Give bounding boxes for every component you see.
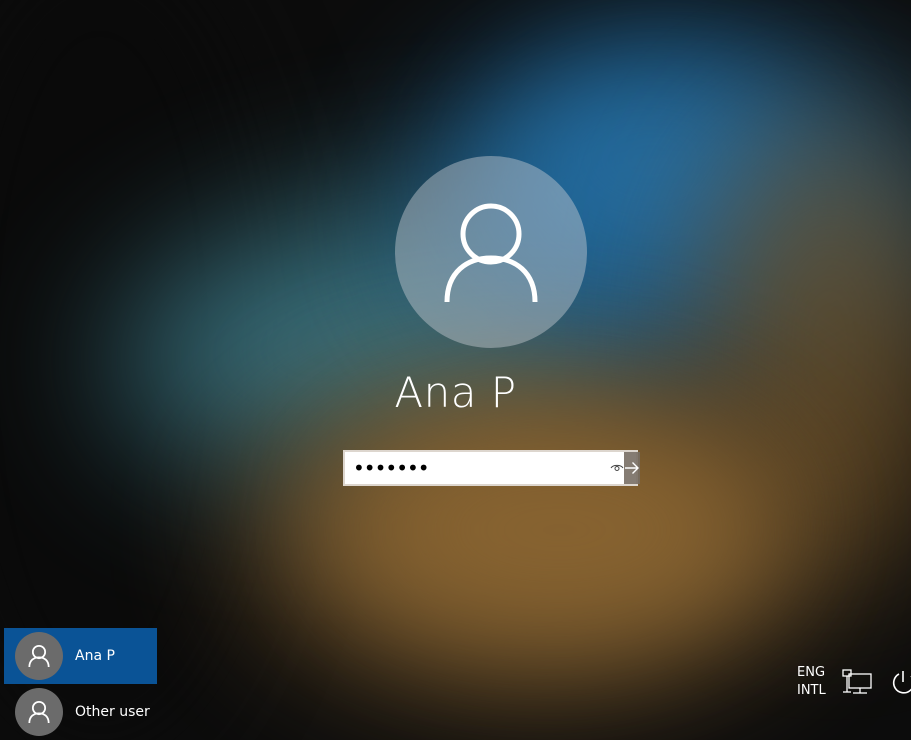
user-tile-ana-p[interactable]: Ana P: [4, 628, 157, 684]
user-icon: [28, 645, 50, 668]
user-tile-other-user[interactable]: Other user: [4, 684, 157, 740]
tile-avatar: [15, 688, 63, 736]
language-indicator[interactable]: ENG INTL: [797, 664, 837, 700]
password-box: [343, 450, 640, 486]
power-icon: [892, 671, 911, 694]
user-avatar: [395, 156, 587, 348]
network-button[interactable]: [841, 668, 875, 700]
user-tile-label: Other user: [75, 704, 150, 720]
password-input[interactable]: [345, 452, 610, 484]
network-icon: [842, 669, 872, 694]
tile-avatar: [15, 632, 63, 680]
eye-icon: [610, 464, 624, 471]
language-code: ENG: [797, 665, 826, 680]
user-list: Ana P Other user: [4, 628, 157, 740]
submit-button[interactable]: [624, 452, 640, 484]
power-button[interactable]: [889, 668, 911, 700]
user-icon: [444, 203, 538, 303]
keyboard-layout: INTL: [797, 683, 826, 698]
user-icon: [28, 701, 50, 724]
arrow-right-icon: [625, 462, 639, 474]
user-name: Ana P: [394, 368, 517, 417]
reveal-password-button[interactable]: [610, 452, 624, 484]
user-tile-label: Ana P: [75, 648, 115, 664]
